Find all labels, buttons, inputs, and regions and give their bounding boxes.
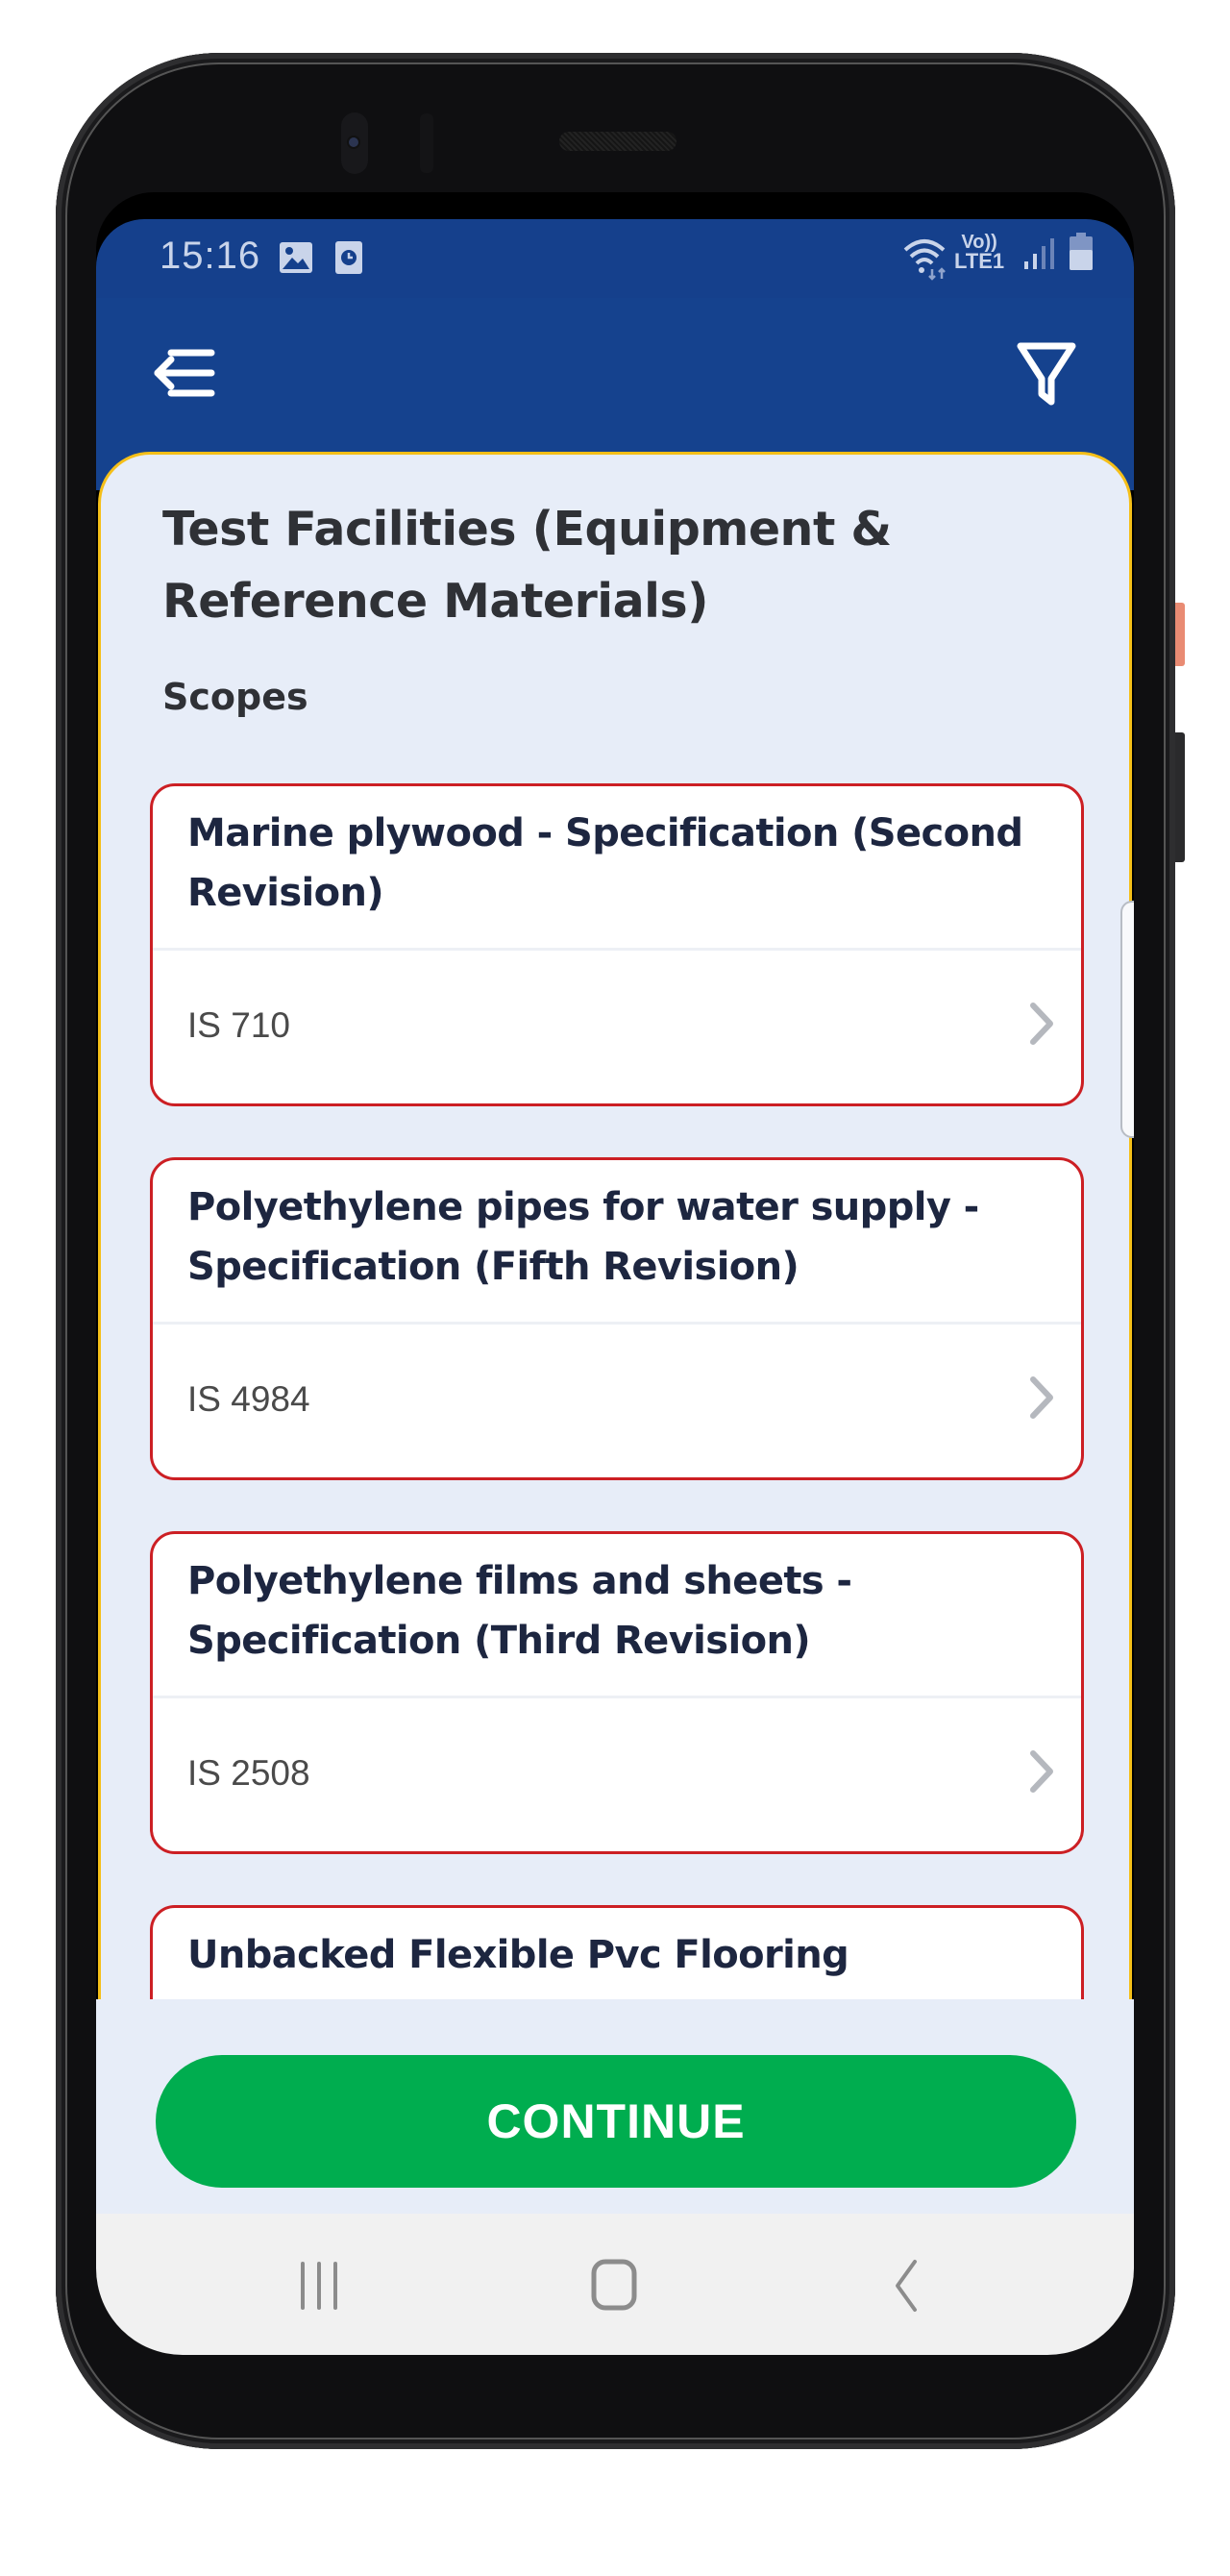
earpiece-speaker — [559, 132, 676, 151]
continue-button[interactable]: CONTINUE — [156, 2055, 1076, 2188]
wifi-icon — [901, 235, 955, 285]
recent-apps-button[interactable] — [283, 2252, 360, 2319]
proximity-sensor — [420, 113, 433, 173]
card-divider — [153, 948, 1081, 951]
scrollbar-handle[interactable] — [1120, 901, 1134, 1138]
image-icon — [279, 240, 313, 280]
status-bar: 15:16 Vo)) LTE1 — [96, 219, 1134, 298]
scope-title: Polyethylene pipes for water supply - Sp… — [187, 1185, 979, 1289]
clock-notification-icon — [334, 240, 363, 280]
recent-apps-icon — [301, 2262, 337, 2310]
scope-code: IS 2508 — [187, 1753, 310, 1793]
phone-screen: 15:16 Vo)) LTE1 Test Facilities (Equipme… — [96, 192, 1134, 2355]
card-divider — [153, 1322, 1081, 1325]
home-icon — [591, 2259, 637, 2311]
card-divider — [153, 1696, 1081, 1698]
front-camera — [341, 112, 368, 174]
filter-funnel-icon — [1017, 342, 1076, 406]
lte-label: LTE1 — [954, 249, 1005, 273]
scope-code: IS 710 — [187, 1005, 290, 1045]
volume-button — [1175, 732, 1185, 862]
battery-icon — [1069, 233, 1094, 276]
signal-icon — [1022, 236, 1061, 276]
scope-card[interactable]: Polyethylene films and sheets - Specific… — [150, 1531, 1084, 1854]
home-button[interactable] — [577, 2252, 653, 2319]
scope-title: Unbacked Flexible Pvc Flooring — [187, 1933, 849, 1977]
back-icon — [896, 2260, 917, 2312]
status-time: 15:16 — [160, 235, 261, 277]
chevron-right-icon — [1030, 1003, 1053, 1045]
menu-button[interactable] — [150, 344, 217, 402]
chevron-right-icon — [1030, 1750, 1053, 1793]
menu-back-arrow-icon — [154, 349, 215, 397]
section-label-scopes: Scopes — [162, 676, 308, 718]
scope-title: Marine plywood - Specification (Second R… — [187, 811, 1023, 915]
chevron-right-icon — [1030, 1376, 1053, 1419]
back-button[interactable] — [865, 2252, 942, 2319]
scope-code: IS 4984 — [187, 1379, 310, 1419]
page-title: Test Facilities (Equipment & Reference M… — [162, 502, 892, 629]
scope-card[interactable]: Polyethylene pipes for water supply - Sp… — [150, 1157, 1084, 1480]
filter-button[interactable] — [1015, 338, 1078, 408]
system-nav-bar — [96, 2214, 1134, 2355]
scope-title: Polyethylene films and sheets - Specific… — [187, 1559, 852, 1663]
power-button — [1175, 603, 1185, 666]
volte-lte-icon: Vo)) LTE1 — [954, 233, 1005, 273]
scope-card[interactable]: Marine plywood - Specification (Second R… — [150, 783, 1084, 1106]
scopes-scroll-area[interactable]: Test Facilities (Equipment & Reference M… — [101, 455, 1129, 2192]
